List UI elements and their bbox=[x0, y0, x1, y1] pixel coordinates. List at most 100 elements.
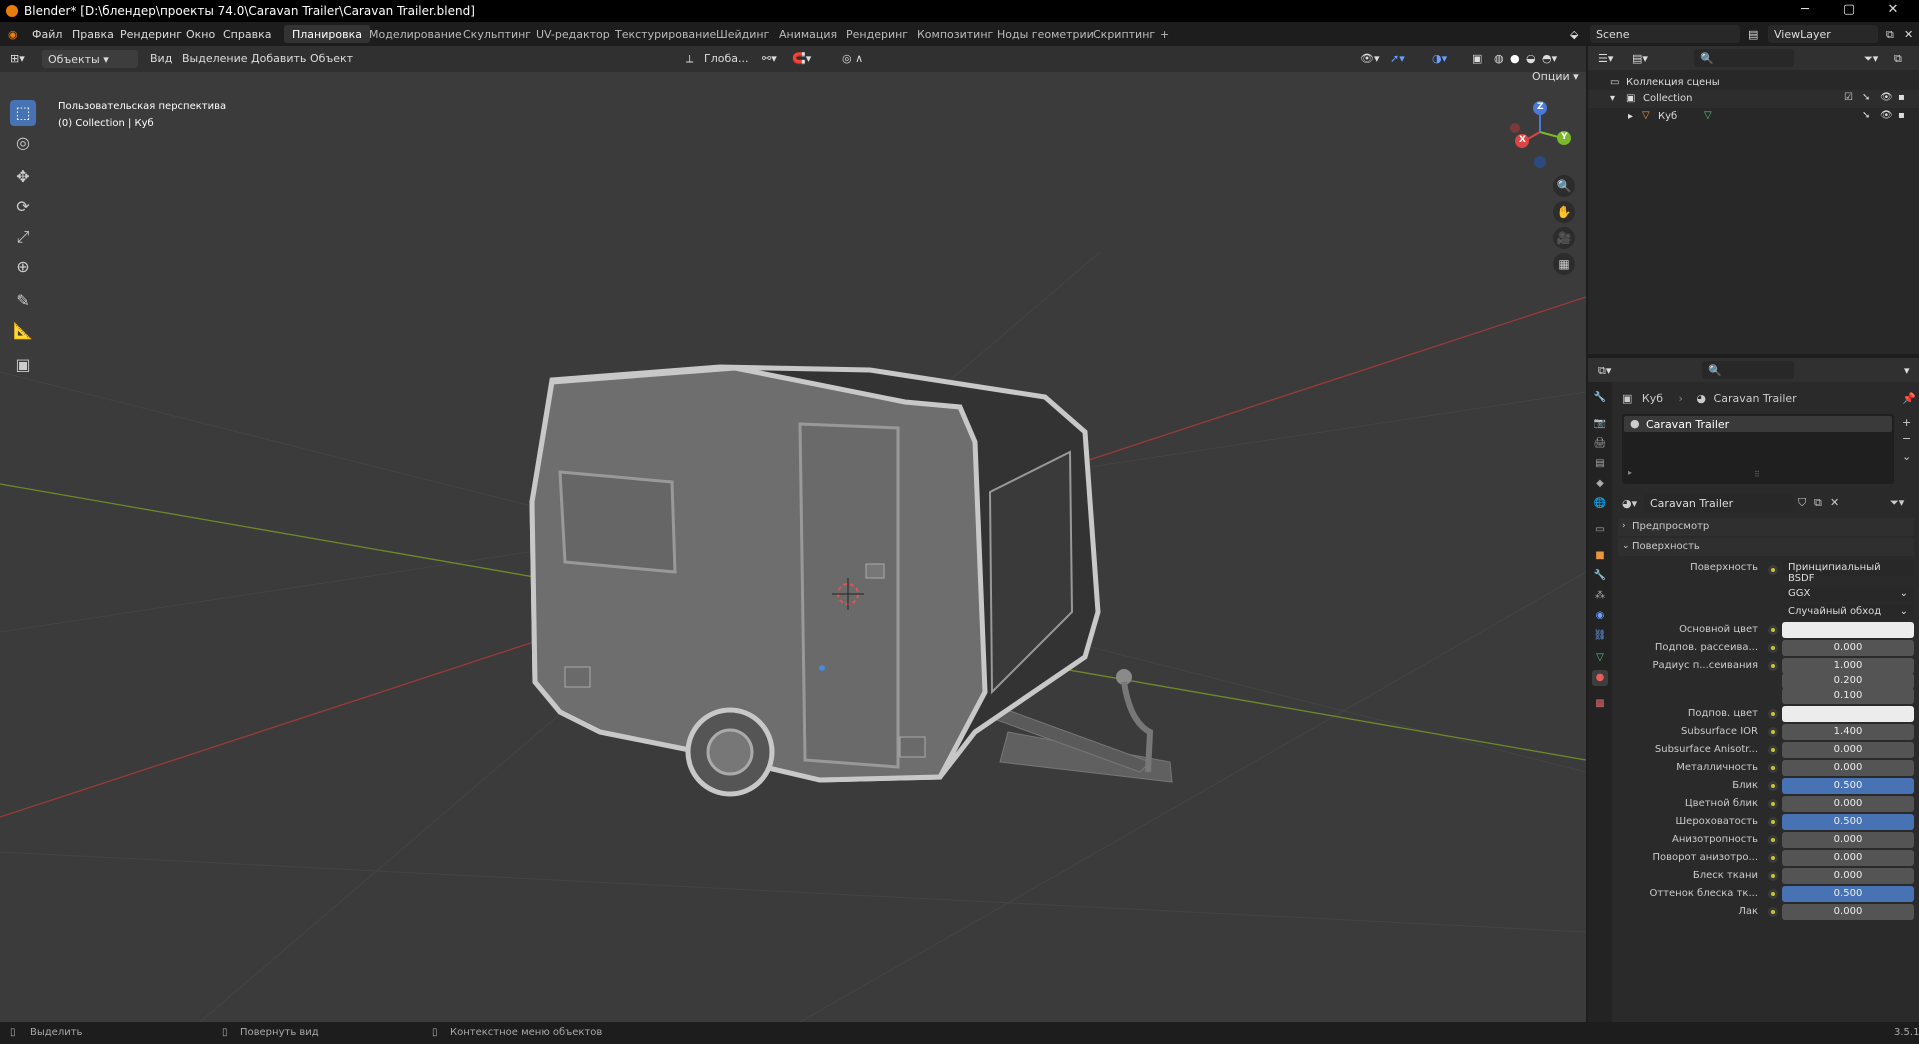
snap-icon[interactable]: 🧲▾ bbox=[792, 52, 811, 65]
workspace-tab-modeling[interactable]: Моделирование bbox=[361, 25, 470, 43]
menu-view[interactable]: Вид bbox=[150, 52, 172, 65]
property-socket-icon[interactable] bbox=[1768, 745, 1778, 755]
link-filter-icon[interactable]: ⏷▾ bbox=[1890, 496, 1904, 510]
material-slot-row[interactable]: ● Caravan Trailer bbox=[1624, 416, 1892, 432]
workspace-tab-uv[interactable]: UV-редактор bbox=[528, 25, 618, 43]
property-value-field[interactable]: 0.000 bbox=[1782, 640, 1914, 656]
new-viewlayer-icon[interactable]: ⧉ bbox=[1886, 28, 1894, 42]
material-name-field[interactable]: Caravan Trailer bbox=[1644, 494, 1794, 512]
new-collection-icon[interactable]: ⧉ bbox=[1894, 52, 1902, 66]
add-cube-tool[interactable]: ▣ bbox=[10, 352, 36, 378]
zoom-icon[interactable]: 🔍 bbox=[1553, 175, 1575, 197]
property-value-field[interactable]: 0.100 bbox=[1782, 688, 1914, 704]
property-value-field[interactable]: 0.200 bbox=[1782, 673, 1914, 689]
data-tab-icon[interactable]: ▽ bbox=[1592, 650, 1608, 666]
property-socket-icon[interactable] bbox=[1768, 625, 1778, 635]
property-socket-icon[interactable] bbox=[1768, 835, 1778, 845]
menu-help[interactable]: Справка bbox=[223, 28, 271, 41]
property-socket-icon[interactable] bbox=[1768, 661, 1778, 671]
particles-tab-icon[interactable]: ⁂ bbox=[1592, 588, 1608, 604]
blender-menu-icon[interactable]: ◉ bbox=[8, 28, 18, 41]
gizmo-toggle-icon[interactable]: ➚▾ bbox=[1390, 52, 1405, 65]
rotate-tool[interactable]: ⟳ bbox=[10, 194, 36, 220]
view-layer-tab-icon[interactable]: ▤ bbox=[1592, 456, 1608, 472]
fake-user-shield-icon[interactable]: ⛉ bbox=[1798, 496, 1806, 510]
workspace-tab-texture[interactable]: Текстурирование bbox=[607, 25, 724, 43]
eye-icon[interactable]: 👁 bbox=[1880, 92, 1893, 103]
texture-tab-icon[interactable]: ▩ bbox=[1592, 696, 1608, 712]
material-tab-icon[interactable]: ● bbox=[1592, 670, 1608, 686]
property-socket-icon[interactable] bbox=[1768, 709, 1778, 719]
transform-tool[interactable]: ⊕ bbox=[10, 254, 36, 280]
expand-chevron-icon[interactable]: ▾ bbox=[1610, 93, 1615, 104]
property-value-field[interactable]: 0.500 bbox=[1782, 886, 1914, 902]
property-socket-icon[interactable] bbox=[1768, 871, 1778, 881]
pivot-icon[interactable]: ⚯▾ bbox=[762, 52, 777, 65]
visibility-icon[interactable]: 👁▾ bbox=[1360, 52, 1380, 65]
workspace-tab-animation[interactable]: Анимация bbox=[771, 25, 845, 43]
proportional-edit-icon[interactable]: ◎ ∧ bbox=[842, 52, 863, 65]
outliner-editor-icon[interactable]: ☰▾ bbox=[1598, 52, 1613, 65]
property-socket-icon[interactable] bbox=[1768, 907, 1778, 917]
property-value-field[interactable]: 0.000 bbox=[1782, 796, 1914, 812]
remove-slot-icon[interactable]: − bbox=[1902, 432, 1911, 445]
property-value-field[interactable]: 0.500 bbox=[1782, 778, 1914, 794]
rendered-shading-icon[interactable]: ◓▾ bbox=[1542, 52, 1557, 65]
workspace-tab-layout[interactable]: Планировка bbox=[284, 25, 370, 43]
modifiers-tab-icon[interactable]: 🔧 bbox=[1592, 568, 1608, 584]
property-value-field[interactable]: 1.000 bbox=[1782, 658, 1914, 674]
property-socket-icon[interactable] bbox=[1768, 727, 1778, 737]
3d-viewport[interactable]: Z X Y Пользовательская перспектива (0) C… bbox=[0, 72, 1586, 1022]
tool-tab-icon[interactable]: 🔧 bbox=[1592, 390, 1608, 406]
ortho-toggle-icon[interactable]: ▦ bbox=[1553, 253, 1575, 275]
surface-panel-header[interactable]: ⌄ Поверхность bbox=[1618, 538, 1914, 556]
checkbox-icon[interactable]: ☑ bbox=[1844, 92, 1853, 103]
orientation-selector[interactable]: Глоба... bbox=[704, 52, 748, 65]
menu-object[interactable]: Объект bbox=[310, 52, 353, 65]
physics-tab-icon[interactable]: ◉ bbox=[1592, 608, 1608, 624]
minimize-button[interactable]: ─ bbox=[1790, 2, 1820, 20]
outliner-search-input[interactable]: 🔍 bbox=[1694, 49, 1794, 67]
menu-select[interactable]: Выделение bbox=[182, 52, 248, 65]
list-expand-icon[interactable]: ▸ bbox=[1628, 468, 1632, 477]
editor-type-icon[interactable]: ⊞▾ bbox=[10, 52, 25, 65]
menu-file[interactable]: Файл bbox=[32, 28, 62, 41]
scene-tab-icon[interactable]: ◆ bbox=[1592, 476, 1608, 492]
measure-tool[interactable]: 📐 bbox=[10, 318, 36, 344]
unlink-material-icon[interactable]: ✕ bbox=[1830, 496, 1839, 509]
color-swatch[interactable] bbox=[1782, 622, 1914, 638]
property-socket-icon[interactable] bbox=[1768, 763, 1778, 773]
object-tab-icon[interactable]: ■ bbox=[1592, 548, 1608, 564]
workspace-tab-shading[interactable]: Шейдинг bbox=[708, 25, 777, 43]
expand-arrow-icon[interactable]: ▸ bbox=[1628, 111, 1633, 122]
distribution-dropdown[interactable]: GGX ⌄ bbox=[1782, 586, 1914, 602]
workspace-tab-rendering[interactable]: Рендеринг bbox=[838, 25, 916, 43]
wireframe-shading-icon[interactable]: ◍ bbox=[1494, 52, 1504, 65]
maximize-button[interactable]: ▢ bbox=[1834, 2, 1864, 20]
workspace-tab-sculpting[interactable]: Скульптинг bbox=[455, 25, 539, 43]
render-tab-icon[interactable]: 📷 bbox=[1592, 416, 1608, 432]
outliner-row-cube[interactable]: ▸ ▽ Куб ▽ ➘ 👁 ▪ bbox=[1588, 108, 1919, 126]
menu-render[interactable]: Рендеринг bbox=[120, 28, 182, 41]
camera-icon[interactable]: ▪ bbox=[1898, 92, 1905, 103]
constraints-tab-icon[interactable]: ⛓ bbox=[1592, 628, 1608, 644]
cursor-tool[interactable]: ◎ bbox=[10, 130, 36, 156]
properties-editor-icon[interactable]: ⧉▾ bbox=[1598, 364, 1611, 378]
annotate-tool[interactable]: ✎ bbox=[10, 288, 36, 314]
menu-edit[interactable]: Правка bbox=[72, 28, 114, 41]
slot-specials-icon[interactable]: ⌄ bbox=[1902, 450, 1911, 463]
scale-tool[interactable]: ⤢ bbox=[10, 224, 36, 250]
surface-socket-icon[interactable] bbox=[1768, 565, 1778, 575]
viewlayer-selector[interactable]: ViewLayer bbox=[1768, 25, 1878, 43]
caravan-trailer-model[interactable] bbox=[529, 364, 1173, 797]
add-slot-icon[interactable]: + bbox=[1902, 416, 1911, 429]
remove-viewlayer-icon[interactable]: ✕ bbox=[1904, 28, 1913, 41]
property-value-field[interactable]: 0.000 bbox=[1782, 742, 1914, 758]
collection-tab-icon[interactable]: ▭ bbox=[1592, 522, 1608, 538]
select-arrow-icon[interactable]: ➘ bbox=[1862, 92, 1870, 103]
filter-icon[interactable]: ⏷▾ bbox=[1864, 52, 1878, 66]
overlay-toggle-icon[interactable]: ◑▾ bbox=[1432, 52, 1447, 65]
material-shading-icon[interactable]: ◒ bbox=[1526, 52, 1536, 65]
properties-search-input[interactable]: 🔍 bbox=[1702, 361, 1794, 379]
property-value-field[interactable]: 0.500 bbox=[1782, 814, 1914, 830]
